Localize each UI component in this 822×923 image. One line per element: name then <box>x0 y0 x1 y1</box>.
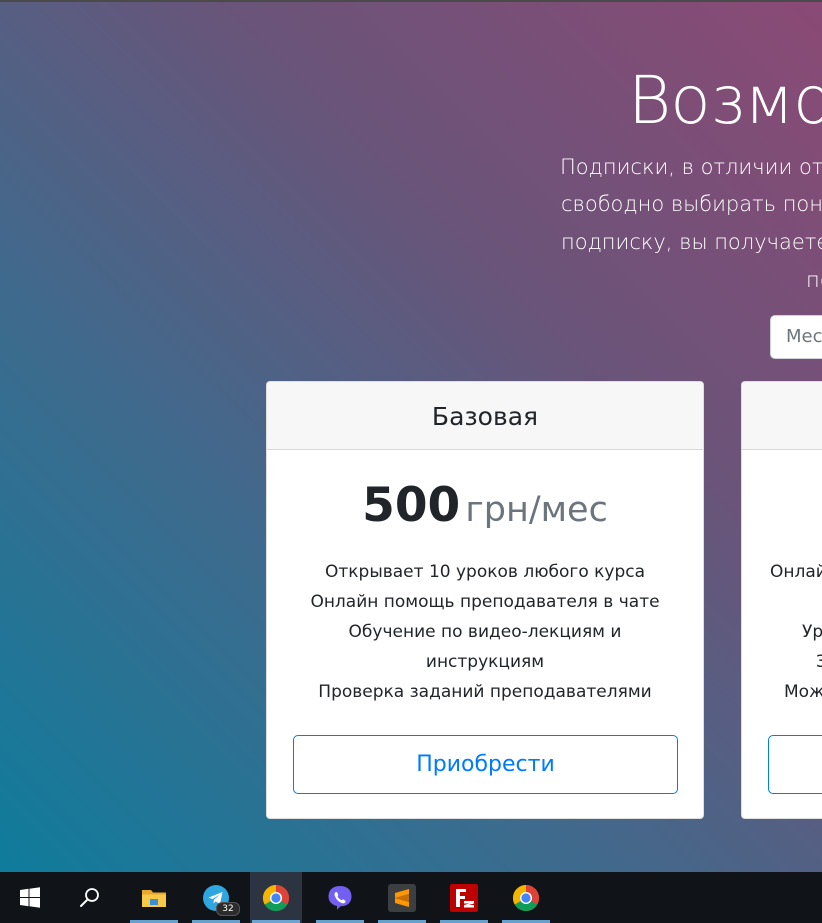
plan-feature: Онлай <box>770 562 822 582</box>
hero-description-line: по <box>806 268 822 292</box>
taskbar-chrome[interactable] <box>250 872 302 923</box>
plan-feature: Ур <box>802 622 822 642</box>
search-button[interactable] <box>64 872 116 923</box>
browser-viewport: Возмож Подписки, в отличии от свободно в… <box>0 0 822 923</box>
folder-icon <box>142 890 166 907</box>
taskbar-telegram[interactable]: 32 <box>190 872 242 923</box>
plan-feature: Открывает 10 уроков любого курса <box>324 562 646 582</box>
taskbar-filezilla[interactable] <box>438 872 490 923</box>
taskbar-viber[interactable] <box>314 872 366 923</box>
windows-logo-icon <box>20 887 40 908</box>
page-title: Возмож <box>628 62 822 139</box>
start-button[interactable] <box>4 872 56 923</box>
sublime-text-icon <box>388 884 416 912</box>
hero-description-line: Подписки, в отличии от <box>560 155 822 179</box>
pricing-hero-section: Возмож Подписки, в отличии от свободно в… <box>0 2 822 872</box>
plan-price: 500 грн/мес <box>267 476 703 546</box>
buy-button[interactable] <box>768 735 822 794</box>
plan-header <box>742 382 822 450</box>
chrome-icon <box>262 884 290 912</box>
hero-description-line: свободно выбирать пон <box>561 192 822 216</box>
plan-feature: Онлайн помощь преподавателя в чате <box>310 592 660 612</box>
pricing-card-basic: Базовая 500 грн/мес Открывает 10 уроков … <box>266 381 704 819</box>
plan-feature: З <box>816 647 822 677</box>
search-icon <box>80 888 99 907</box>
plan-feature: Проверка заданий преподавателями <box>318 682 652 702</box>
filezilla-icon <box>450 884 478 912</box>
plan-features-list: Открывает 10 уроков любого курса Онлайн … <box>267 557 703 707</box>
plan-feature: инструкциям <box>425 652 545 672</box>
chrome-icon <box>512 884 540 912</box>
unread-badge: 32 <box>216 902 240 916</box>
taskbar-chrome-2[interactable] <box>500 872 552 923</box>
hero-description-line: подписку, вы получаете <box>561 230 822 254</box>
billing-period-select[interactable]: Мес <box>770 315 822 359</box>
buy-button[interactable]: Приобрести <box>293 735 678 794</box>
windows-taskbar: 32 <box>0 872 822 923</box>
price-amount: 500 <box>362 478 461 533</box>
plan-name: Базовая <box>267 382 703 450</box>
price-unit: грн/мес <box>465 490 608 530</box>
plan-feature: Мож <box>784 682 822 702</box>
pricing-card-next: Онлай Ур З Мож <box>741 381 822 819</box>
plan-feature: Обучение по видео-лекциям и <box>348 622 622 642</box>
viber-icon <box>328 886 352 910</box>
taskbar-file-explorer[interactable] <box>128 872 180 923</box>
taskbar-sublime-text[interactable] <box>376 872 428 923</box>
